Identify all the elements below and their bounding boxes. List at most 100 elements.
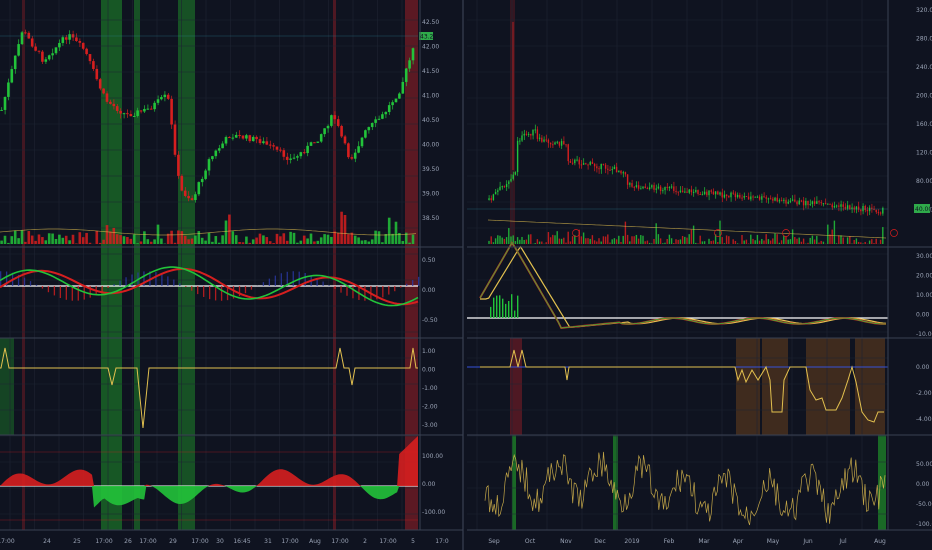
candle [838, 205, 840, 207]
volume-bar [882, 227, 884, 244]
histogram-bar [47, 286, 50, 293]
volume-bar [241, 242, 245, 244]
candle [600, 163, 602, 170]
volume-bar [662, 243, 664, 244]
volume-bar [752, 238, 754, 244]
volume-bar [585, 238, 587, 244]
volume-bar [772, 238, 774, 244]
candle [739, 194, 741, 198]
histogram-bar [101, 286, 103, 292]
highlight-band [134, 0, 140, 530]
volume-bar [139, 241, 143, 244]
histogram-bar [59, 286, 62, 299]
volume-bar [607, 234, 609, 244]
volume-bar [61, 237, 65, 244]
candle [871, 207, 873, 209]
time-axis-label: 30 [216, 538, 224, 545]
candle [787, 201, 789, 204]
price-axis-label: 120.00 [916, 150, 932, 157]
candle [10, 69, 14, 83]
volume-bar [820, 240, 822, 244]
candle [285, 156, 289, 160]
price-axis-label: 80.00 [916, 178, 932, 185]
candle [675, 190, 677, 192]
price-axis-label: 200.00 [916, 93, 932, 100]
highlight-band [22, 0, 25, 530]
volume-bar [492, 242, 495, 244]
volume-bar [204, 240, 207, 244]
candle [282, 150, 286, 157]
candle [68, 34, 71, 40]
candle [547, 139, 550, 143]
signal-axis-label: -1.00 [422, 385, 438, 392]
candle [268, 144, 272, 146]
volume-bar [234, 235, 238, 244]
candle [364, 130, 367, 138]
signal-axis-label: -3.00 [422, 422, 438, 429]
candle [519, 140, 521, 142]
highlight-band [0, 338, 14, 435]
volume-bar [217, 242, 221, 244]
candle [234, 134, 238, 138]
histogram-bar [161, 273, 163, 286]
volume-bar [20, 230, 24, 244]
candle [618, 170, 620, 173]
volume-bar [534, 243, 536, 244]
candle [875, 209, 877, 213]
histogram-bar [508, 301, 510, 318]
volume-bar [394, 221, 398, 244]
candle [13, 55, 17, 70]
volume-bar [640, 235, 642, 244]
volume-bar [51, 233, 54, 244]
volume-bar [816, 235, 818, 244]
candle [360, 137, 364, 147]
volume-bar [761, 238, 763, 244]
candle [538, 137, 541, 139]
candle [187, 195, 190, 199]
candle [615, 166, 618, 173]
volume-bar [653, 238, 655, 244]
signal-axis-label: -4.00 [916, 416, 932, 423]
candle [292, 157, 296, 159]
candle [357, 146, 360, 153]
candle [585, 163, 587, 165]
volume-bar [833, 220, 836, 244]
highlight-band [736, 338, 760, 435]
candle [3, 96, 7, 110]
candle [569, 161, 572, 163]
volume-bar [721, 237, 723, 244]
candle [143, 108, 146, 112]
candle [846, 205, 849, 209]
candle [574, 159, 576, 164]
volume-bar [296, 242, 299, 244]
candle [706, 191, 708, 196]
candle [532, 129, 534, 136]
macd-axis-label: 10.00 [916, 292, 932, 299]
histogram-bar [268, 278, 271, 286]
candle [37, 50, 41, 52]
candle [820, 202, 822, 204]
candle [387, 105, 391, 113]
signal-axis-label: 0.00 [916, 364, 930, 371]
macd-axis-label: 20.00 [916, 273, 932, 280]
volume-bar [604, 236, 607, 244]
oscillator-axis-label: -100.00 [422, 509, 445, 516]
volume-bar [357, 237, 360, 244]
candle [490, 198, 492, 201]
volume-bar [497, 235, 499, 244]
candle [109, 101, 112, 104]
volume-bar [245, 236, 248, 244]
candle [571, 162, 574, 164]
candle [173, 124, 177, 155]
candle [44, 59, 48, 62]
candle [598, 168, 600, 170]
volume-bar [767, 239, 770, 244]
candle [831, 204, 833, 208]
volume-bar [309, 233, 313, 244]
candle [156, 99, 160, 103]
histogram-bar [346, 286, 348, 296]
volume-bar [651, 243, 653, 244]
volume-bar [255, 237, 258, 244]
volume-bar [384, 234, 388, 244]
candle [578, 159, 580, 165]
